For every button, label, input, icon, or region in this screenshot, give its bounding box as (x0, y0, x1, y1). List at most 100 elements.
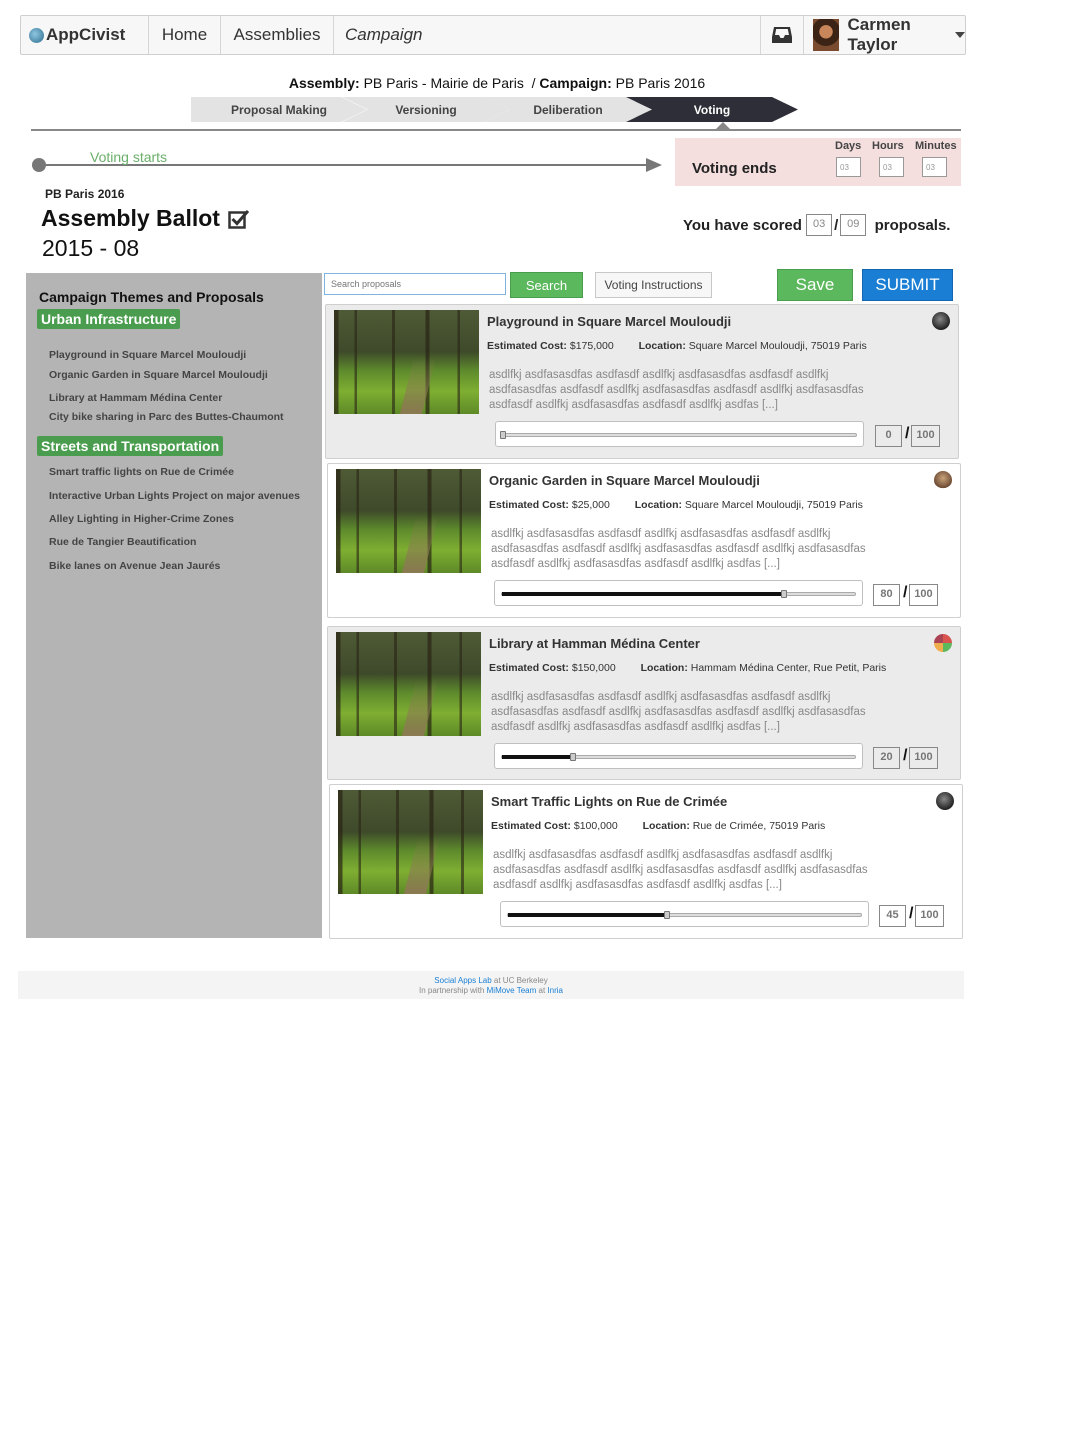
sidebar-item-proposal[interactable]: Organic Garden in Square Marcel Mouloudj… (49, 369, 268, 381)
breadcrumb-separator: / (531, 75, 536, 91)
score-max: 100 (909, 584, 938, 606)
slider-track (507, 911, 862, 919)
sidebar-item-proposal[interactable]: Smart traffic lights on Rue de Crimée (49, 466, 234, 478)
score-slider[interactable] (494, 580, 863, 606)
user-menu[interactable]: Carmen Taylor (804, 15, 965, 54)
proposal-image (336, 632, 481, 736)
sidebar-item-proposal[interactable]: Playground in Square Marcel Mouloudji (49, 349, 246, 361)
app-logo[interactable]: AppCivist (21, 16, 149, 54)
score-max: 100 (909, 747, 938, 769)
phase-versioning[interactable]: Versioning (342, 97, 510, 122)
voting-instructions-button[interactable]: Voting Instructions (595, 272, 712, 298)
breadcrumb: Assembly: PB Paris - Mairie de Paris / C… (0, 75, 994, 91)
voting-ends-label: Voting ends (692, 160, 777, 177)
proposal-card: Smart Traffic Lights on Rue de Crimée Es… (329, 784, 963, 939)
score-prefix: You have scored (683, 216, 802, 234)
proposal-meta: Estimated Cost: $25,000 Location: Square… (489, 499, 863, 511)
location-label: Location: (638, 340, 686, 352)
theme-streets-and-transportation[interactable]: Streets and Transportation (37, 436, 224, 456)
score-max: 100 (911, 425, 940, 447)
footer-team-link[interactable]: MiMove Team (487, 986, 537, 995)
score-value[interactable]: 0 (875, 425, 902, 447)
save-button[interactable]: Save (777, 269, 853, 301)
timeline-arrow-icon (646, 158, 662, 172)
sidebar-item-proposal[interactable]: Alley Lighting in Higher-Crime Zones (49, 513, 234, 525)
search-input[interactable] (324, 273, 506, 295)
slider-handle[interactable] (500, 431, 506, 439)
proposal-meta: Estimated Cost: $150,000 Location: Hamma… (489, 662, 886, 674)
assembly-label: Assembly: (288, 75, 360, 91)
score-value[interactable]: 45 (879, 905, 906, 927)
cost-value: $25,000 (571, 499, 610, 511)
author-avatar-icon[interactable] (932, 312, 950, 330)
score-value[interactable]: 80 (873, 584, 900, 606)
proposal-card: Organic Garden in Square Marcel Mouloudj… (327, 463, 961, 618)
slider-fill (502, 755, 573, 759)
countdown-minutes-value: 03 (922, 157, 947, 177)
phase-proposal-making[interactable]: Proposal Making (191, 97, 367, 122)
countdown-minutes-label: Minutes (915, 140, 957, 152)
location-value: Square Marcel Mouloudji, 75019 Paris (684, 499, 863, 511)
slider-handle[interactable] (663, 911, 670, 919)
chevron-down-icon (955, 32, 965, 38)
sidebar-item-proposal[interactable]: Interactive Urban Lights Project on majo… (49, 490, 300, 502)
sidebar-item-proposal[interactable]: Library at Hammam Médina Center (49, 392, 222, 404)
campaign-value[interactable]: PB Paris 2016 (616, 75, 706, 91)
score-value[interactable]: 20 (873, 747, 900, 769)
sidebar-item-proposal[interactable]: Bike lanes on Avenue Jean Jaurés (49, 560, 220, 572)
proposal-image (334, 310, 479, 414)
campaign-label: Campaign: (539, 75, 612, 91)
page-title: Assembly Ballot (41, 205, 250, 232)
logo-text: AppCivist (46, 25, 126, 44)
countdown-hours-label: Hours (872, 140, 904, 152)
proposal-title[interactable]: Playground in Square Marcel Mouloudji (487, 314, 731, 329)
slider-handle[interactable] (569, 753, 576, 761)
top-nav: AppCivist Home Assemblies Campaign Carme… (20, 15, 966, 55)
timeline-start-dot (32, 158, 46, 172)
author-avatar-icon[interactable] (934, 634, 952, 652)
cost-label: Estimated Cost: (489, 662, 569, 674)
nav-assemblies[interactable]: Assemblies (221, 16, 334, 54)
slider-track (500, 431, 857, 439)
proposal-card: Playground in Square Marcel Mouloudji Es… (325, 304, 959, 459)
author-avatar-icon[interactable] (934, 471, 952, 489)
slider-fill (508, 913, 667, 917)
inbox-button[interactable] (760, 16, 804, 54)
proposal-card: Library at Hamman Médina Center Estimate… (327, 626, 961, 780)
footer-text: at UC Berkeley (493, 976, 548, 985)
author-avatar-icon[interactable] (936, 792, 954, 810)
countdown-hours-value: 03 (879, 157, 904, 177)
score-slash: / (834, 216, 839, 234)
slider-handle[interactable] (781, 590, 788, 598)
nav-campaign[interactable]: Campaign (334, 16, 760, 54)
proposal-title[interactable]: Organic Garden in Square Marcel Mouloudj… (489, 473, 760, 488)
proposal-title[interactable]: Smart Traffic Lights on Rue de Crimée (491, 794, 727, 809)
score-slider[interactable] (495, 421, 864, 447)
score-slider[interactable] (500, 901, 869, 927)
proposal-title[interactable]: Library at Hamman Médina Center (489, 636, 700, 651)
theme-urban-infrastructure[interactable]: Urban Infrastructure (37, 309, 181, 329)
globe-icon (29, 27, 44, 43)
score-summary: You have scored 03 / 09 proposals. (683, 214, 950, 236)
nav-home[interactable]: Home (149, 16, 221, 54)
score-slash: / (905, 425, 910, 442)
location-value: Hammam Médina Center, Rue Petit, Paris (690, 662, 887, 674)
location-value: Rue de Crimée, 75019 Paris (692, 820, 826, 832)
location-label: Location: (634, 499, 682, 511)
user-name: Carmen Taylor (847, 15, 911, 54)
proposal-meta: Estimated Cost: $175,000 Location: Squar… (487, 340, 867, 352)
footer-org-link[interactable]: Inria (547, 986, 563, 995)
score-slider[interactable] (494, 743, 863, 769)
submit-button[interactable]: SUBMIT (862, 269, 953, 301)
search-button[interactable]: Search (510, 272, 583, 298)
cost-value: $175,000 (569, 340, 614, 352)
score-slash: / (903, 747, 908, 764)
sidebar-item-proposal[interactable]: Rue de Tangier Beautification (49, 536, 196, 548)
sidebar-item-proposal[interactable]: City bike sharing in Parc des Buttes-Cha… (49, 411, 284, 423)
assembly-value[interactable]: PB Paris - Mairie de Paris (364, 75, 524, 91)
proposal-description: asdlfkj asdfasasdfas asdfasdf asdlfkj as… (491, 691, 866, 733)
proposal-description: asdlfkj asdfasasdfas asdfasdf asdlfkj as… (493, 849, 868, 891)
slider-track (501, 590, 856, 598)
footer-lab-link[interactable]: Social Apps Lab (434, 976, 491, 985)
countdown-days-value: 03 (836, 157, 861, 177)
